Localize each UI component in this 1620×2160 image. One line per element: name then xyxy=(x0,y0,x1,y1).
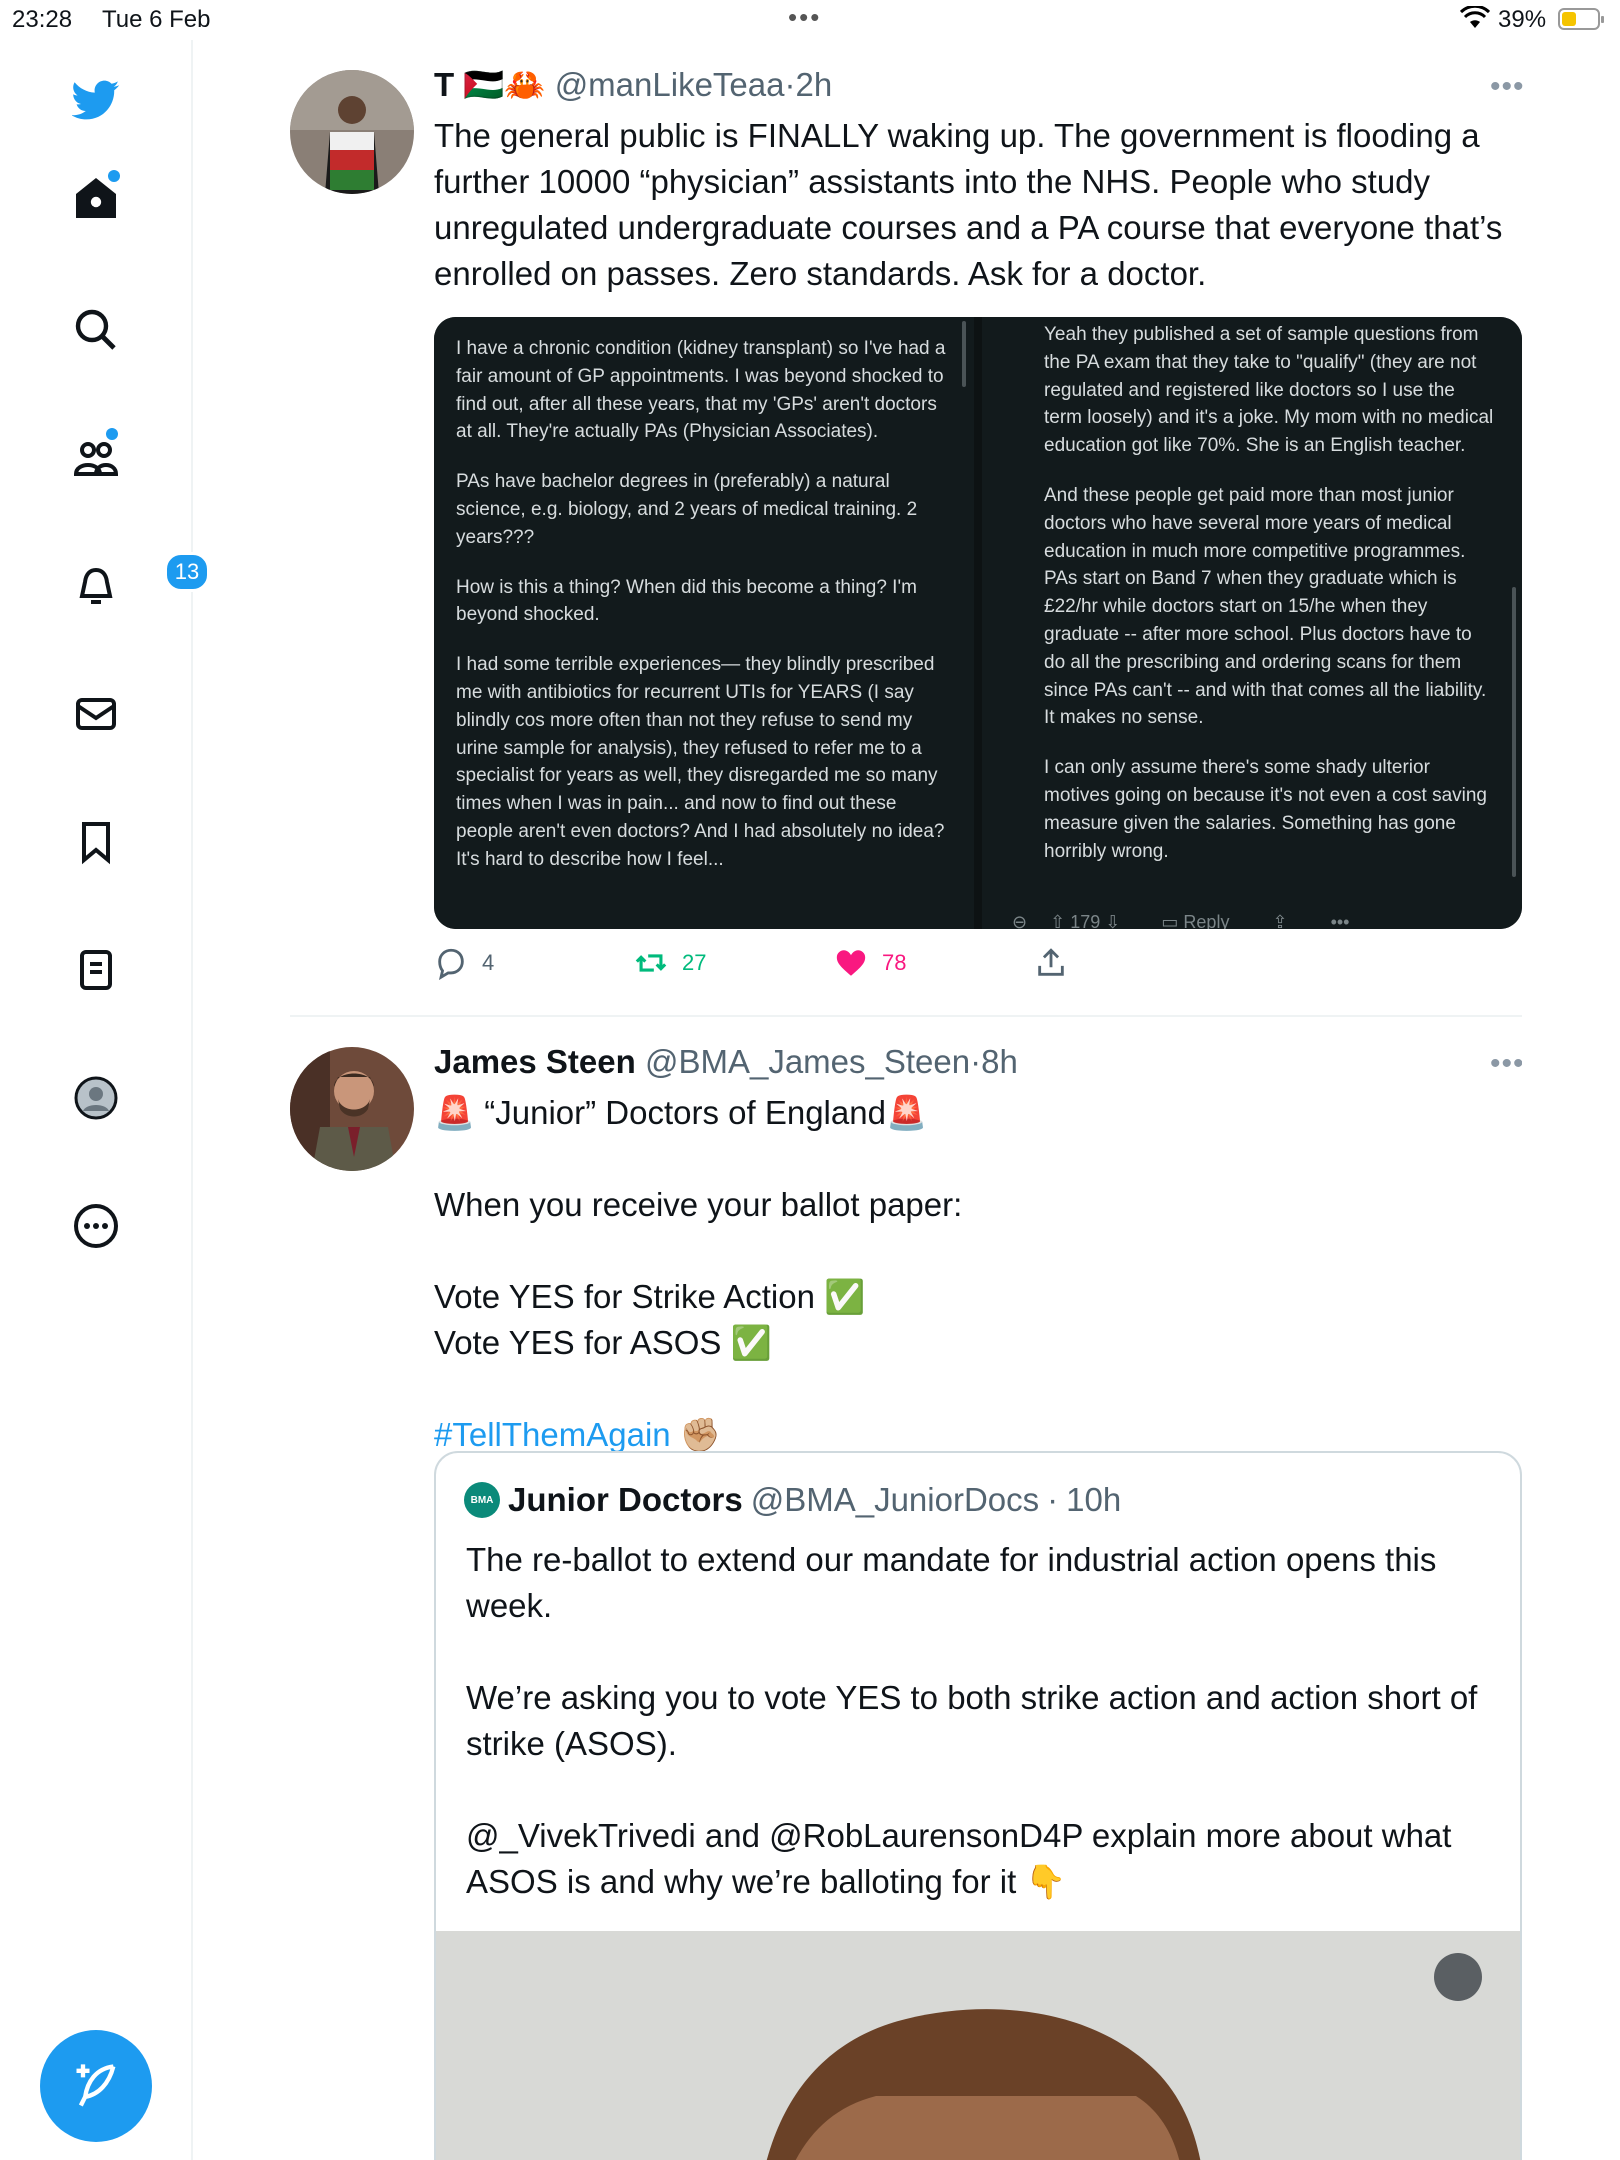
retweet-icon xyxy=(635,954,667,972)
sidebar: 13 xyxy=(0,40,210,2160)
right-paragraph: I can only assume there's some shady ult… xyxy=(1044,757,1488,862)
author-name[interactable]: James Steen xyxy=(434,1043,636,1080)
quoted-paragraph: The re-ballot to extend our mandate for … xyxy=(466,1541,1437,1624)
right-paragraph: Yeah they published a set of sample ques… xyxy=(1044,324,1494,457)
separator-dot: · xyxy=(970,1043,982,1080)
share-icon xyxy=(1038,948,1064,976)
tweet-text: 🚨 “Junior” Doctors of England🚨 When you … xyxy=(434,1090,1514,1458)
bma-logo-avatar: BMA xyxy=(464,1482,500,1518)
wifi-icon xyxy=(1459,4,1491,37)
tweet-line: Vote YES for ASOS ✅ xyxy=(434,1324,772,1361)
downvote-icon: ⇩ xyxy=(1105,912,1121,929)
fist-emoji: ✊🏼 xyxy=(670,1416,721,1453)
home-icon[interactable] xyxy=(64,166,128,230)
tweet[interactable]: T 🇵🇸🦀 @manLikeTeaa·2h ••• The general pu… xyxy=(290,40,1525,1020)
reply-label: Reply xyxy=(1183,912,1230,929)
quoted-tweet[interactable]: BMA Junior Doctors @BMA_JuniorDocs · 10h T… xyxy=(434,1451,1522,2160)
reply-count: 4 xyxy=(482,950,495,975)
more-options-icon[interactable] xyxy=(64,1194,128,1258)
reply-icon: ▭ xyxy=(1161,912,1179,929)
more-icon[interactable]: ••• xyxy=(1490,70,1525,104)
separator-dot: · xyxy=(784,66,796,103)
vote-count: 179 xyxy=(1070,912,1101,929)
share-button[interactable] xyxy=(1034,946,1068,980)
notifications-badge: 13 xyxy=(164,552,210,592)
retweet-button[interactable]: 27 xyxy=(634,946,706,980)
battery-icon xyxy=(1558,8,1604,30)
person-photo xyxy=(436,1931,1520,2160)
tweet[interactable]: James Steen @BMA_James_Steen·8h ••• 🚨 “J… xyxy=(290,1017,1522,2160)
messages-icon[interactable] xyxy=(64,682,128,746)
left-paragraph: PAs have bachelor degrees in (preferably… xyxy=(456,471,918,548)
tweet-line: When you receive your ballot paper: xyxy=(434,1186,963,1223)
tweet-text: The general public is FINALLY waking up.… xyxy=(434,117,1503,292)
tweet-time[interactable]: 2h xyxy=(795,66,832,103)
battery-percent: 39% xyxy=(1498,6,1547,33)
left-paragraph: How is this a thing? When did this becom… xyxy=(456,576,917,626)
like-count: 78 xyxy=(882,950,907,975)
comment-icon: ⊖ xyxy=(1012,912,1028,929)
bookmarks-icon[interactable] xyxy=(64,810,128,874)
tweet-actions: 4 27 78 xyxy=(434,946,1134,986)
screenshot-left: I have a chronic condition (kidney trans… xyxy=(434,317,974,929)
avatar[interactable] xyxy=(290,70,414,194)
author-name[interactable]: T 🇵🇸🦀 xyxy=(434,66,546,103)
compose-tweet-button[interactable] xyxy=(40,2030,152,2142)
tweet-media[interactable]: I have a chronic condition (kidney trans… xyxy=(434,317,1522,929)
communities-icon[interactable] xyxy=(64,426,128,490)
reply-icon xyxy=(438,948,464,980)
author-handle[interactable]: @BMA_James_Steen xyxy=(645,1043,970,1080)
like-button[interactable]: 78 xyxy=(834,946,906,980)
status-bar: 23:28 Tue 6 Feb ••• 39% xyxy=(0,0,1620,40)
quoted-text: The re-ballot to extend our mandate for … xyxy=(466,1537,1496,1905)
more-icon[interactable]: ••• xyxy=(1490,1047,1522,1081)
tweet-line: Vote YES for Strike Action ✅ xyxy=(434,1278,866,1315)
quoted-paragraph: We’re asking you to vote YES to both str… xyxy=(466,1679,1478,1762)
left-paragraph: I have a chronic condition (kidney trans… xyxy=(456,338,946,443)
scrollbar xyxy=(962,321,966,387)
upvote-icon: ⇧ xyxy=(1050,912,1066,929)
reply-button[interactable]: 4 xyxy=(434,946,494,980)
media-settings-icon[interactable] xyxy=(1434,1953,1482,2001)
avatar[interactable] xyxy=(290,1047,414,1171)
quoted-author-name: Junior Doctors xyxy=(508,1481,743,1518)
more-icon: ••• xyxy=(1330,912,1350,929)
search-icon[interactable] xyxy=(64,298,128,362)
screenshot-actions: ⊖ ⇧ 179 ⇩ ▭ Reply ⇪ ••• xyxy=(1012,909,1349,929)
heart-icon xyxy=(836,950,866,976)
quoted-author-handle: @BMA_JuniorDocs xyxy=(750,1481,1040,1518)
notifications-bell-icon[interactable]: 13 xyxy=(64,552,210,618)
hashtag-link[interactable]: #TellThemAgain xyxy=(434,1416,671,1453)
status-time: 23:28 xyxy=(12,6,73,33)
author-handle[interactable]: @manLikeTeaa xyxy=(555,66,785,103)
feather-plus-icon xyxy=(76,2064,116,2107)
twitter-logo-icon[interactable] xyxy=(64,68,128,132)
retweet-count: 27 xyxy=(682,950,707,975)
separator-dot: · xyxy=(1047,1481,1059,1518)
status-date: Tue 6 Feb xyxy=(102,6,211,33)
tweet-line: 🚨 “Junior” Doctors of England🚨 xyxy=(434,1094,928,1131)
scrollbar xyxy=(1512,587,1516,877)
left-paragraph: I had some terrible experiences— they bl… xyxy=(456,654,945,870)
tweet-time[interactable]: 8h xyxy=(981,1043,1018,1080)
lists-icon[interactable] xyxy=(64,938,128,1002)
screenshot-right: Yeah they published a set of sample ques… xyxy=(982,317,1522,929)
right-paragraph: And these people get paid more than most… xyxy=(1044,484,1487,729)
share-icon: ⇪ xyxy=(1272,912,1288,929)
quoted-time: 10h xyxy=(1066,1481,1122,1518)
quoted-video-thumbnail[interactable] xyxy=(436,1931,1520,2160)
quoted-paragraph: @_VivekTrivedi and @RobLaurensonD4P expl… xyxy=(466,1817,1452,1900)
profile-icon[interactable] xyxy=(64,1066,128,1130)
multitasking-dots[interactable]: ••• xyxy=(788,2,821,33)
